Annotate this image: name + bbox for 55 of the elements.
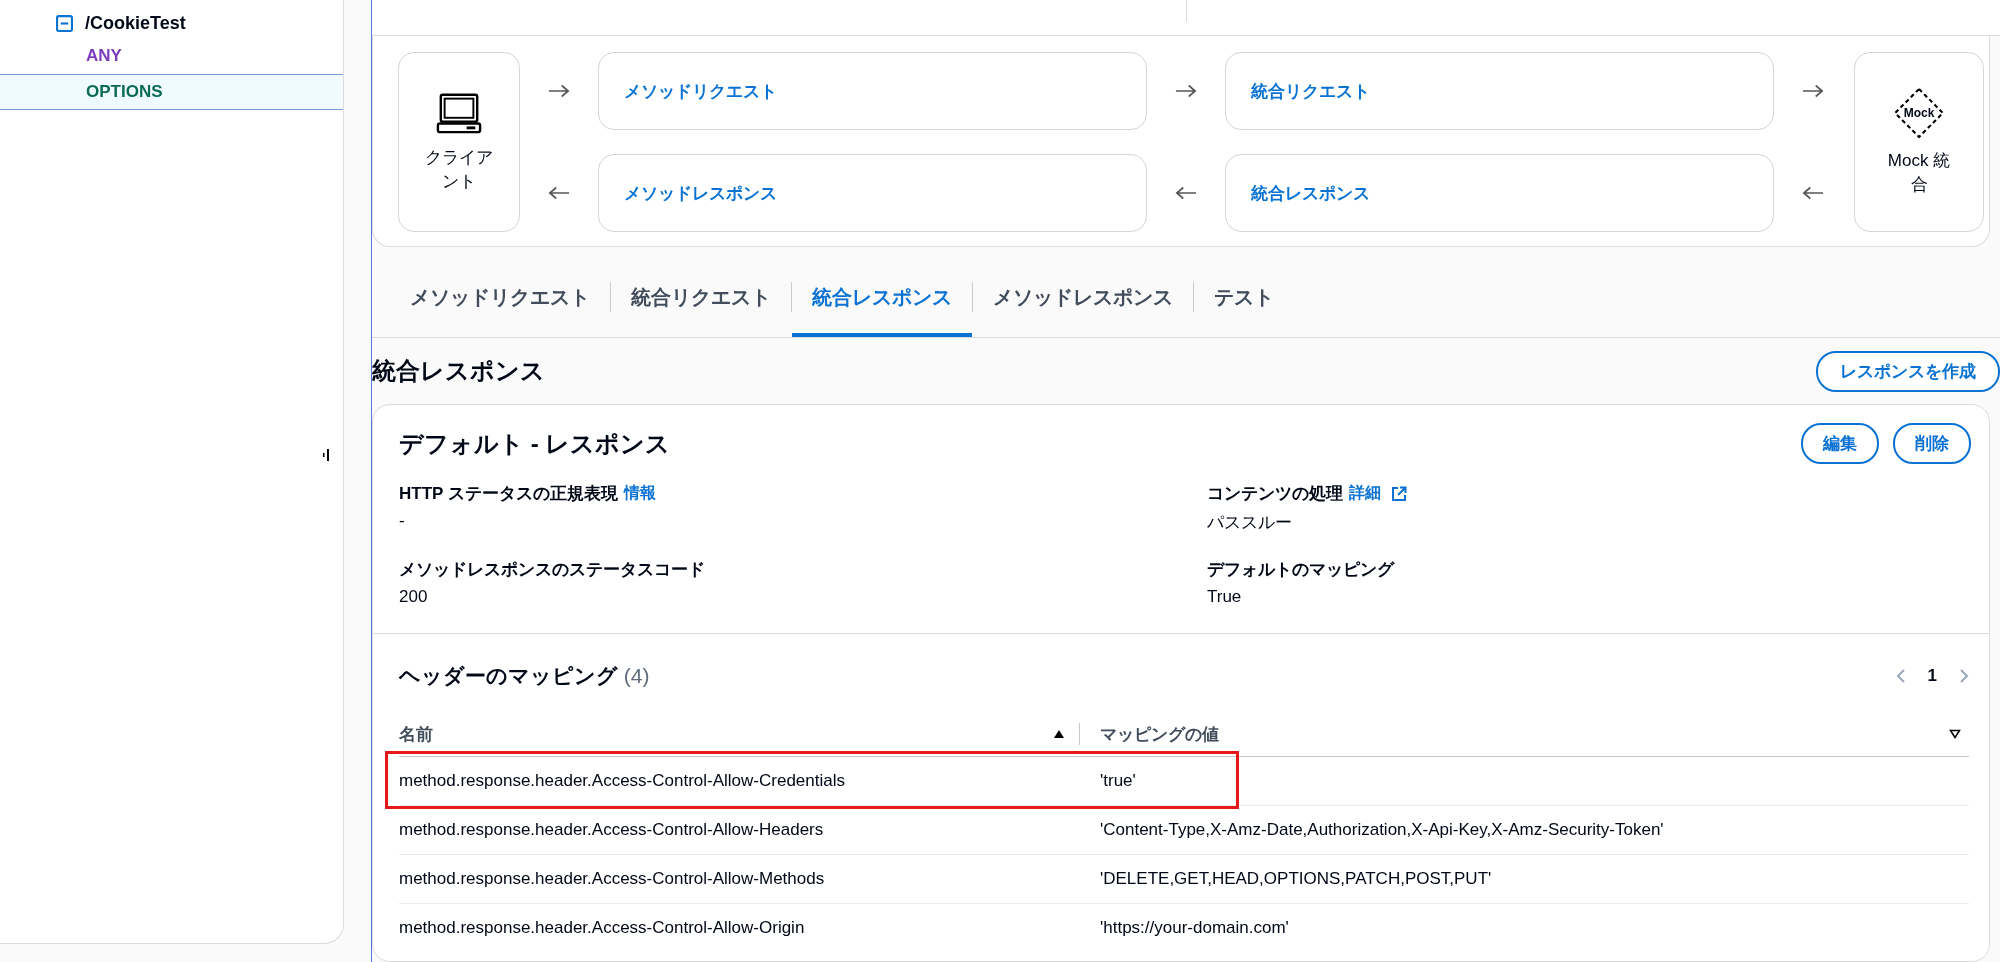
left-arrow-icon: [548, 185, 570, 201]
client-node[interactable]: クライアント: [398, 52, 520, 232]
flow-step-button[interactable]: 統合リクエスト: [1225, 52, 1774, 130]
next-page-icon[interactable]: [1959, 668, 1969, 684]
table-title: ヘッダーのマッピング (4): [399, 663, 650, 689]
info-link[interactable]: 詳細: [1349, 483, 1381, 504]
flow-step-button[interactable]: 統合レスポンス: [1225, 154, 1774, 232]
field-value: -: [399, 511, 406, 531]
tab[interactable]: メソッドレスポンス: [973, 247, 1193, 337]
field-value: True: [1207, 587, 1243, 607]
field-label: HTTP ステータスの正規表現: [399, 483, 618, 505]
field-label: メソッドレスポンスのステータスコード: [399, 559, 705, 581]
info-link[interactable]: 情報: [623, 483, 656, 504]
tab[interactable]: 統合レスポンス: [792, 247, 972, 337]
field-value: 200: [399, 587, 429, 607]
left-arrow-icon: [1175, 185, 1197, 201]
integration-node[interactable]: Mock Mock 統合: [1854, 52, 1984, 232]
table-cell: 'true': [1100, 771, 1136, 790]
resize-handle-icon[interactable]: [323, 447, 331, 463]
table-cell: 'Content-Type,X-Amz-Date,Authorization,X-Api-Key,X-Amz-Security-Token': [1100, 820, 1664, 839]
mock-diamond-icon: Mock: [1893, 87, 1945, 140]
table-cell: method.response.header.Access-Control-Allow-Methods: [399, 869, 825, 888]
create-response-button[interactable]: レスポンスを作成: [1816, 350, 2000, 392]
column-header[interactable]: 名前: [399, 722, 433, 746]
collapse-icon[interactable]: [56, 14, 73, 32]
method-item[interactable]: ANY: [0, 38, 343, 74]
flow-step-button[interactable]: メソッドリクエスト: [598, 52, 1147, 130]
table-cell: 'DELETE,GET,HEAD,OPTIONS,PATCH,POST,PUT': [1100, 869, 1492, 888]
section-title: 統合レスポンス: [372, 356, 545, 386]
field-value: パススルー: [1207, 512, 1293, 534]
table-cell: method.response.header.Access-Control-Allow-Credentials: [399, 771, 845, 790]
table-cell: 'https://your-domain.com': [1100, 918, 1289, 937]
external-link-icon[interactable]: [1391, 485, 1407, 502]
left-arrow-icon: [1802, 185, 1824, 201]
column-header[interactable]: マッピングの値: [1100, 722, 1219, 746]
tab[interactable]: メソッドリクエスト: [390, 247, 610, 337]
right-arrow-icon: [1175, 83, 1197, 99]
tab[interactable]: テスト: [1194, 247, 1294, 337]
field-label: デフォルトのマッピング: [1207, 559, 1394, 581]
table-cell: method.response.header.Access-Control-Allow-Headers: [399, 820, 824, 839]
previous-page-icon[interactable]: [1895, 668, 1906, 684]
flow-step-button[interactable]: メソッドレスポンス: [598, 154, 1147, 232]
tree-item[interactable]: /CookieTest: [85, 12, 186, 34]
action-button[interactable]: 削除: [1893, 423, 1971, 464]
right-arrow-icon: [548, 83, 570, 99]
tab[interactable]: 統合リクエスト: [611, 247, 791, 337]
sort-icon[interactable]: [1949, 729, 1961, 739]
field-label: コンテンツの処理: [1207, 483, 1343, 505]
sort-ascending-icon[interactable]: [1053, 729, 1065, 739]
card-title: デフォルト - レスポンス: [399, 428, 671, 459]
action-button[interactable]: 編集: [1801, 423, 1879, 464]
right-arrow-icon: [1802, 83, 1824, 99]
method-item[interactable]: OPTIONS: [0, 74, 343, 110]
page-number[interactable]: 1: [1927, 666, 1937, 686]
table-cell: method.response.header.Access-Control-Allow-Origin: [399, 918, 805, 937]
